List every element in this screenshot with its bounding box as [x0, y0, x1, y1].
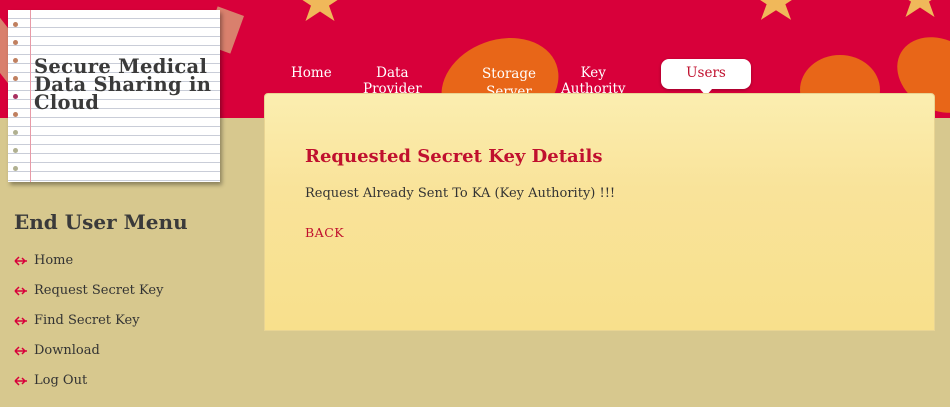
sidebar-item-label: Home	[34, 253, 74, 268]
nav-users-label: Users	[686, 65, 726, 81]
page-title: Requested Secret Key Details	[305, 146, 603, 167]
notepad-hole	[13, 166, 18, 171]
arrow-icon	[14, 315, 28, 326]
nav-users[interactable]: Users	[661, 59, 751, 96]
notepad-hole	[13, 148, 18, 153]
star-icon	[751, 0, 801, 20]
star-icon	[296, 0, 344, 21]
arrow-icon	[14, 255, 28, 266]
notepad-hole	[13, 58, 18, 63]
notepad-hole	[13, 40, 18, 45]
sidebar-item-log-out[interactable]: Log Out	[14, 373, 87, 388]
sidebar-item-label: Find Secret Key	[34, 313, 140, 328]
site-logo[interactable]: Secure Medical Data Sharing in Cloud	[8, 10, 220, 182]
notepad-hole	[13, 112, 18, 117]
notepad-hole	[13, 130, 18, 135]
nav-home[interactable]: Home	[291, 65, 332, 81]
sidebar-item-download[interactable]: Download	[14, 343, 100, 358]
sidebar-item-home[interactable]: Home	[14, 253, 73, 268]
sidebar-title: End User Menu	[14, 210, 188, 234]
site-title: Secure Medical Data Sharing in Cloud	[34, 55, 212, 114]
sidebar-item-label: Log Out	[34, 373, 88, 388]
sidebar-item-label: Download	[34, 343, 100, 358]
sidebar-item-find-secret-key[interactable]: Find Secret Key	[14, 313, 140, 328]
content-panel: Requested Secret Key Details Request Alr…	[264, 93, 935, 331]
arrow-icon	[14, 285, 28, 296]
notepad-margin-line	[30, 10, 31, 182]
star-icon	[896, 0, 944, 17]
arrow-icon	[14, 345, 28, 356]
sidebar-item-request-secret-key[interactable]: Request Secret Key	[14, 283, 163, 298]
sidebar-item-label: Request Secret Key	[34, 283, 164, 298]
notepad-hole	[13, 76, 18, 81]
arrow-icon	[14, 375, 28, 386]
notepad-hole	[13, 22, 18, 27]
notepad-hole	[13, 94, 18, 99]
back-link[interactable]: BACK	[305, 225, 344, 240]
status-message: Request Already Sent To KA (Key Authorit…	[305, 186, 616, 201]
